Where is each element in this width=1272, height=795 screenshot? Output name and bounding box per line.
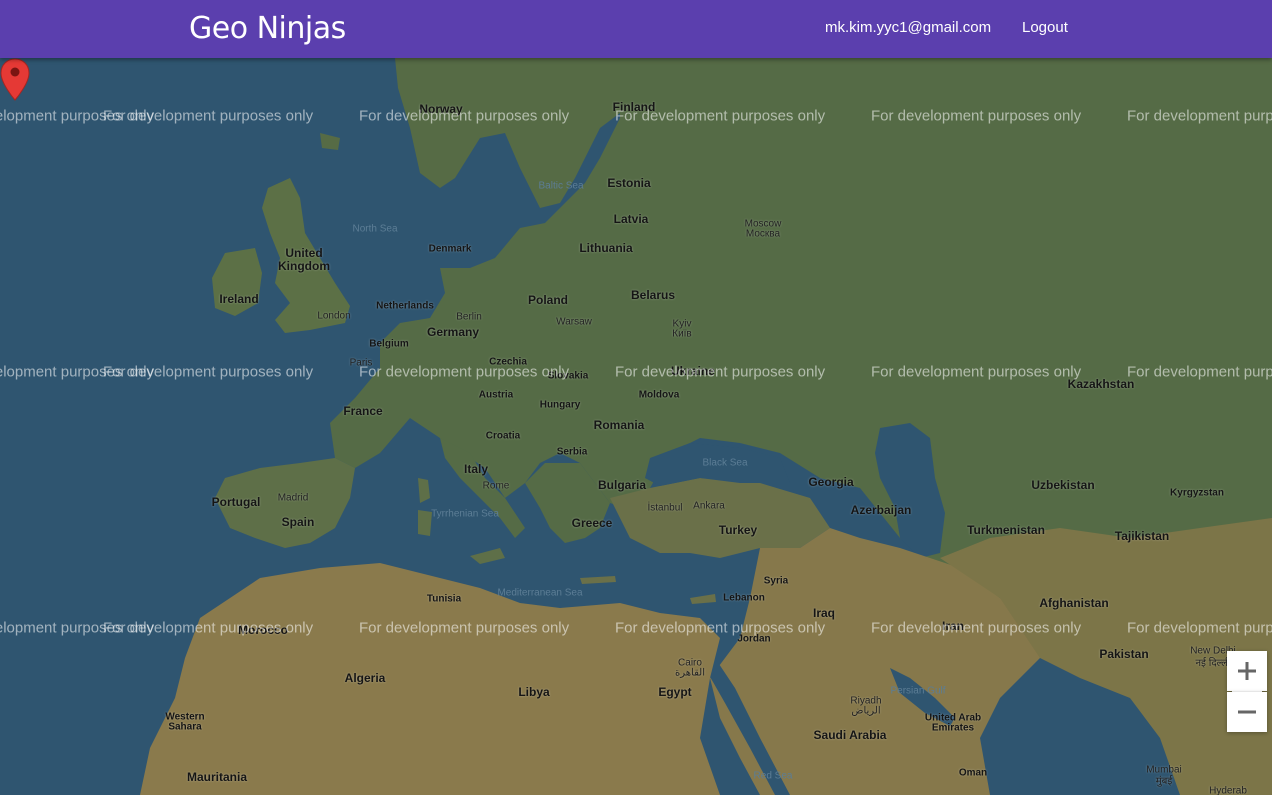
dev-watermark: For development purposes only bbox=[103, 107, 314, 125]
map-label-france: France bbox=[343, 404, 383, 418]
dev-watermark: For development purposes only bbox=[871, 363, 1082, 381]
dev-watermark: For development purposes only bbox=[615, 107, 826, 125]
map-label-pakistan: Pakistan bbox=[1099, 647, 1149, 661]
map-label-madrid: Madrid bbox=[277, 492, 309, 504]
map-label-portugal: Portugal bbox=[211, 495, 261, 509]
map-label-new-delhi-native: नई दिल्ली bbox=[1195, 658, 1231, 669]
dev-watermark: For development purposes only bbox=[103, 363, 314, 381]
map-label-azerbaijan: Azerbaijan bbox=[850, 503, 912, 517]
map-label-tajikistan: Tajikistan bbox=[1114, 529, 1170, 543]
map-label-baltic-sea: Baltic Sea bbox=[538, 180, 584, 192]
map-label-ireland: Ireland bbox=[219, 292, 259, 306]
map-label-lithuania: Lithuania bbox=[579, 241, 633, 255]
dev-watermark: For development purposes only bbox=[615, 363, 826, 381]
dev-watermark: For development purposes only bbox=[103, 619, 314, 637]
map-label-poland: Poland bbox=[527, 293, 569, 307]
brand-logo-text[interactable]: Geo Ninjas bbox=[189, 11, 346, 46]
map-label-italy: Italy bbox=[463, 462, 489, 476]
map-label-kyiv-native: Київ bbox=[672, 328, 692, 340]
map-label-black-sea: Black Sea bbox=[702, 457, 748, 469]
map-label-uae-line2: Emirates bbox=[931, 722, 975, 734]
map-label-croatia: Croatia bbox=[485, 430, 521, 442]
dev-watermark: For development purposes only bbox=[359, 107, 570, 125]
map-label-germany: Germany bbox=[426, 325, 480, 339]
map-label-ankara: Ankara bbox=[693, 500, 725, 512]
map-label-belarus: Belarus bbox=[630, 288, 676, 302]
zoom-divider bbox=[1232, 691, 1262, 692]
map-label-turkey: Turkey bbox=[718, 523, 758, 537]
dev-watermark: For development purposes only bbox=[615, 619, 826, 637]
dev-watermark: For development purposes only bbox=[1127, 619, 1272, 637]
map-label-tyrrhenian-sea: Tyrrhenian Sea bbox=[431, 508, 499, 520]
map-label-iraq: Iraq bbox=[812, 606, 836, 620]
map-label-oman: Oman bbox=[958, 767, 988, 779]
map-label-egypt: Egypt bbox=[658, 685, 692, 699]
map-label-kyrgyzstan: Kyrgyzstan bbox=[1170, 487, 1224, 499]
map-label-belgium: Belgium bbox=[369, 338, 409, 350]
map-label-united-kingdom-line1: United bbox=[285, 246, 323, 260]
map-label-rome: Rome bbox=[482, 480, 510, 492]
map-canvas[interactable]: Norway Finland Estonia Latvia Lithuania … bbox=[0, 58, 1272, 795]
map-label-cairo-native: القاهرة bbox=[675, 667, 705, 679]
map-label-hyderabad: Hyderab bbox=[1209, 785, 1247, 795]
map-label-bulgaria: Bulgaria bbox=[597, 478, 647, 492]
map-label-libya: Libya bbox=[518, 685, 550, 699]
map-label-moldova: Moldova bbox=[638, 389, 680, 401]
map-label-mumbai-native: मुंबई bbox=[1155, 776, 1173, 787]
map-label-saudi-arabia: Saudi Arabia bbox=[813, 728, 887, 742]
map-label-latvia: Latvia bbox=[613, 212, 649, 226]
map-label-uzbekistan: Uzbekistan bbox=[1031, 478, 1095, 492]
map-label-lebanon: Lebanon bbox=[723, 592, 765, 604]
zoom-out-button[interactable] bbox=[1227, 692, 1267, 732]
dev-watermark: For development purposes only bbox=[1127, 107, 1272, 125]
user-email-link[interactable]: mk.kim.yyc1@gmail.com bbox=[825, 19, 991, 36]
plus-icon bbox=[1238, 662, 1256, 680]
map-label-denmark: Denmark bbox=[428, 243, 472, 255]
map-label-berlin: Berlin bbox=[456, 311, 482, 323]
map-label-spain: Spain bbox=[281, 515, 315, 529]
map-label-turkmenistan: Turkmenistan bbox=[967, 523, 1045, 537]
map-label-estonia: Estonia bbox=[607, 176, 651, 190]
map-label-moscow-native: Москва bbox=[745, 228, 781, 240]
logout-link[interactable]: Logout bbox=[1022, 19, 1068, 36]
map-label-hungary: Hungary bbox=[539, 399, 581, 411]
dev-watermark: For development purposes only bbox=[359, 619, 570, 637]
map-label-western-sahara-line2: Sahara bbox=[168, 721, 202, 733]
map-label-netherlands: Netherlands bbox=[376, 300, 434, 312]
map-label-greece: Greece bbox=[571, 516, 613, 530]
map-label-united-kingdom-line2: Kingdom bbox=[278, 259, 330, 273]
map-label-istanbul: İstanbul bbox=[647, 502, 683, 514]
map-pin-marker-icon[interactable] bbox=[0, 58, 30, 102]
dev-watermark: For development purposes only bbox=[871, 107, 1082, 125]
map-label-mediterranean-sea: Mediterranean Sea bbox=[497, 587, 583, 599]
dev-watermark: For development purposes only bbox=[871, 619, 1082, 637]
map-label-serbia: Serbia bbox=[556, 446, 588, 458]
map-label-persian-gulf: Persian Gulf bbox=[890, 685, 946, 697]
map-label-afghanistan: Afghanistan bbox=[1039, 596, 1109, 610]
dev-watermark: For development purposes only bbox=[359, 363, 570, 381]
map-label-syria: Syria bbox=[763, 575, 789, 587]
map-label-warsaw: Warsaw bbox=[556, 316, 592, 328]
map-label-austria: Austria bbox=[478, 389, 514, 401]
minus-icon bbox=[1238, 710, 1256, 714]
map-label-north-sea: North Sea bbox=[352, 223, 398, 235]
map-label-algeria: Algeria bbox=[344, 671, 386, 685]
zoom-in-button[interactable] bbox=[1227, 651, 1267, 691]
map-label-riyadh-native: الرياض bbox=[851, 705, 881, 717]
map-label-georgia: Georgia bbox=[808, 475, 854, 489]
map-label-tunisia: Tunisia bbox=[426, 593, 462, 605]
map-label-romania: Romania bbox=[593, 418, 645, 432]
dev-watermark: For development purposes only bbox=[1127, 363, 1272, 381]
map-label-london: London bbox=[317, 310, 351, 322]
top-navbar: Geo Ninjas mk.kim.yyc1@gmail.com Logout bbox=[0, 0, 1272, 58]
map-label-red-sea: Red Sea bbox=[753, 770, 793, 782]
map-label-mauritania: Mauritania bbox=[186, 770, 248, 784]
